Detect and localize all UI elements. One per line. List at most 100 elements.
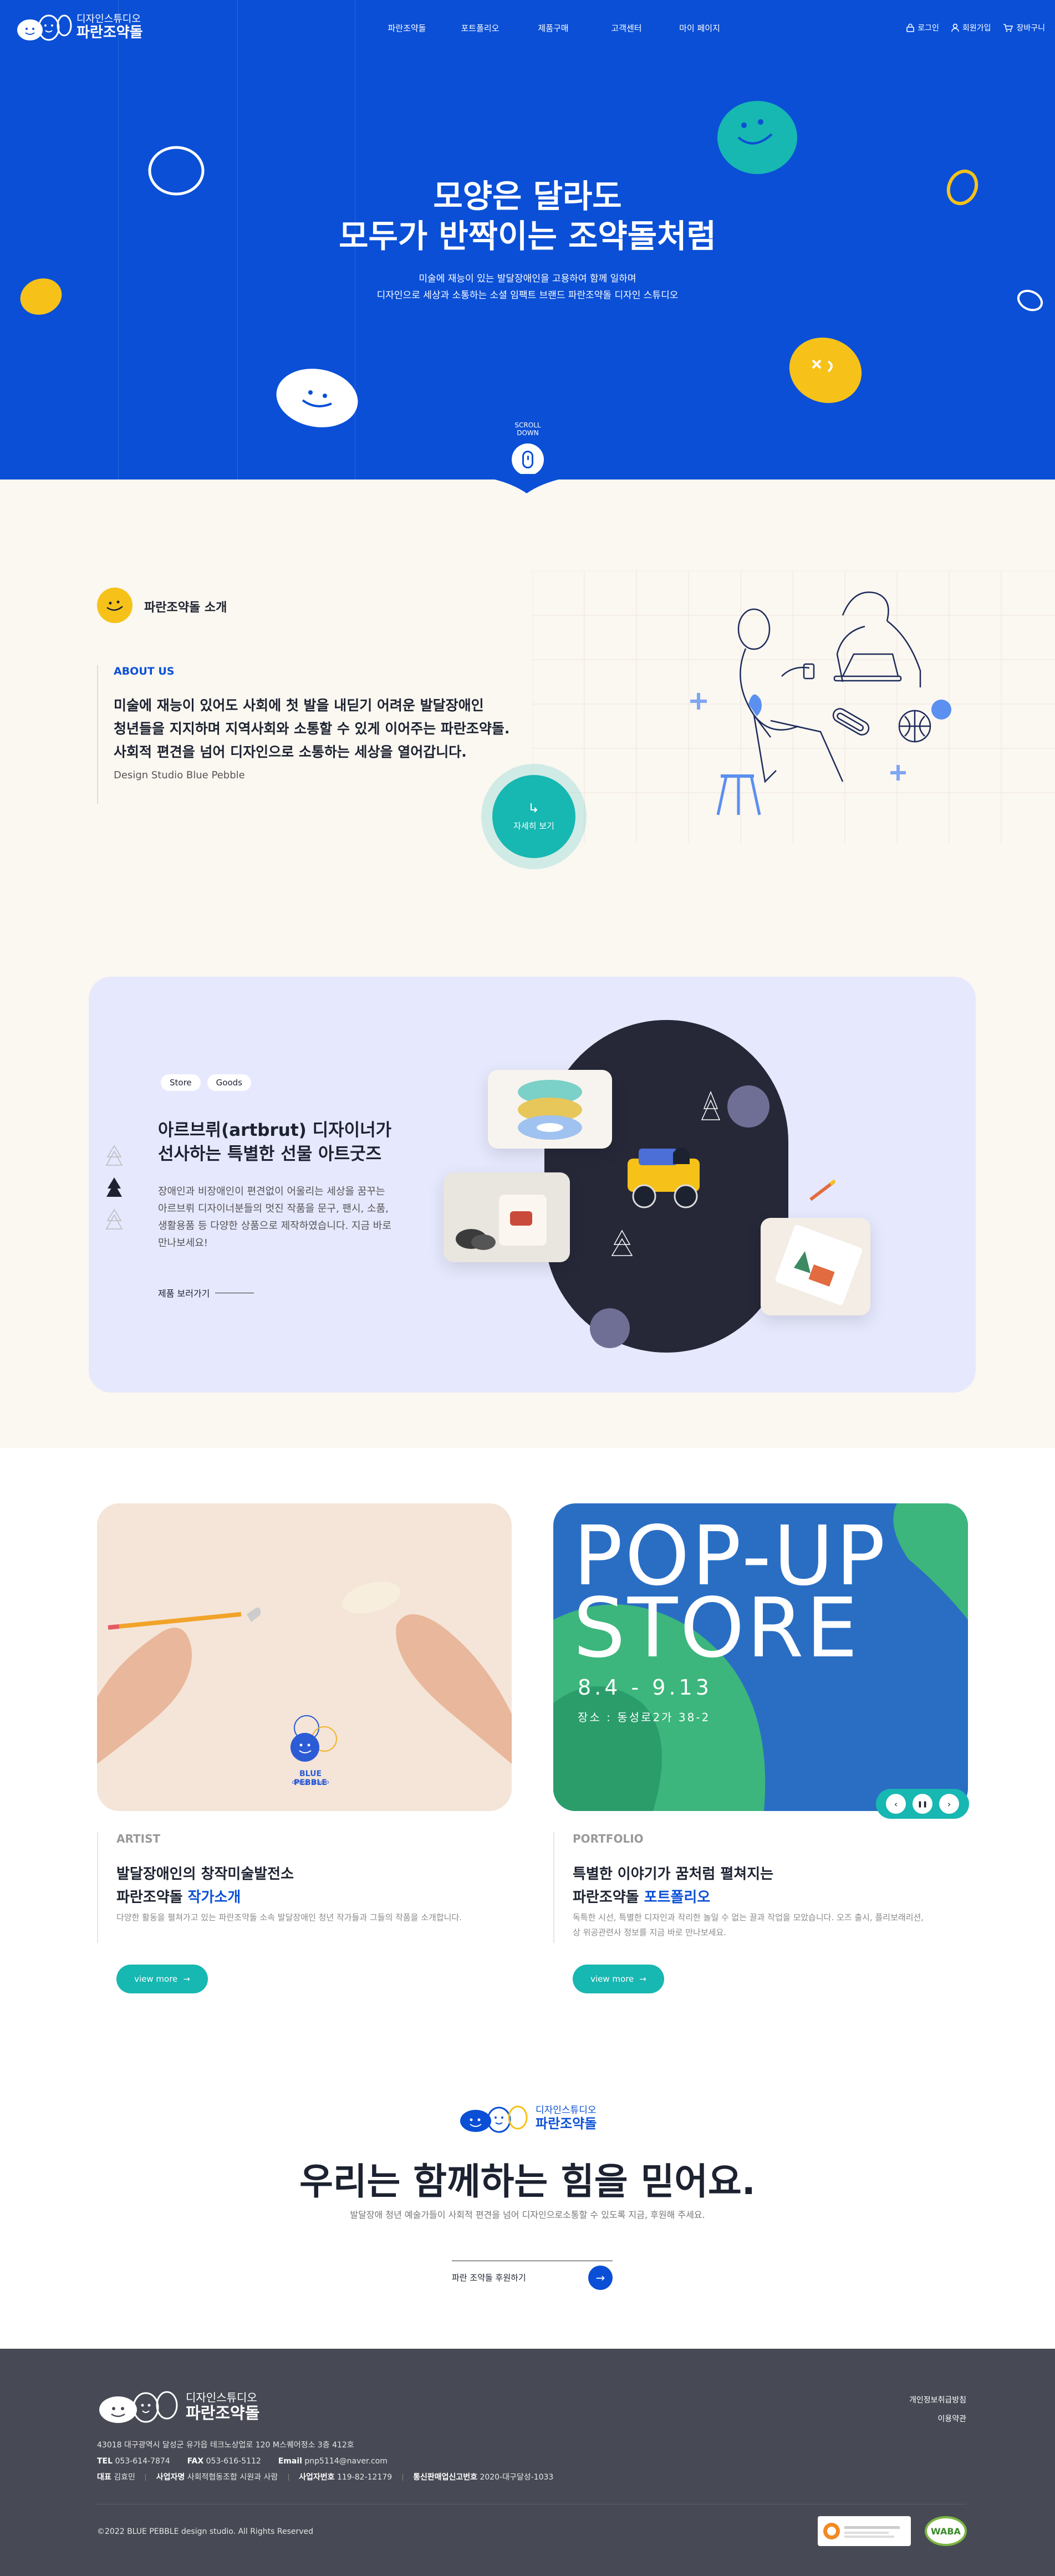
about-kicker: ABOUT US [114,665,175,677]
portfolio-title-line2: 파란조약돌 [573,1889,644,1906]
mail-order-value: 2020-대구달성-1033 [480,2473,554,2482]
waba-badge[interactable]: WABA [925,2516,967,2546]
pause-button[interactable]: ❚❚ [913,1794,932,1814]
footer-address: 43018 대구광역시 달성군 유가읍 테크노상업로 120 M스퀘어정소 3층… [97,2441,354,2450]
about-section: 파란조약돌 소개 ABOUT US 미술에 재능이 있어도 사회에 첫 발을 내… [0,499,1055,898]
goods-description: 장애인과 비장애인이 편견없이 어울리는 세상을 꿈꾸는 아르브뤼 디자이너분들… [158,1183,419,1252]
footer-logo-sub: 디자인스튜디오 [186,2390,257,2404]
goods-tape-photo[interactable] [488,1070,612,1149]
rep-label: 대표 [97,2473,111,2482]
fax-label: FAX [187,2457,204,2466]
privacy-policy-link[interactable]: 개인정보취급방침 [909,2391,966,2410]
portfolio-view-more-button[interactable]: view more → [573,1965,664,1993]
artist-card-logo-sub: design studio [292,1779,329,1786]
terms-link[interactable]: 이용약관 [909,2410,966,2429]
portfolio-kicker: PORTFOLIO [573,1832,644,1845]
goods-title-line1: 아르브뤼(artbrut) 디자이너가 [158,1120,392,1140]
pebble-logo-mark [460,2105,528,2133]
hero-section: 디자인스튜디오 파란조약돌 파란조약돌 포트폴리오 제품구매 고객센터 마이 페… [0,0,1055,480]
about-illustration [532,571,1055,843]
portfolio-divider [553,1832,554,1943]
site-footer: 디자인스튜디오 파란조약돌 개인정보취급방침 이용약관 43018 대구광역시 … [0,2349,1055,2576]
portfolio-title: 특별한 이야기가 꿈처럼 펼쳐지는 파란조약돌 포트폴리오 [573,1863,773,1909]
footer-company-info: 43018 대구광역시 달성군 유가읍 테크노상업로 120 M스퀘어정소 3층… [97,2437,553,2486]
email-label: Email [278,2457,302,2466]
goods-shop-link[interactable]: 제품 보러가기 [158,1286,254,1299]
hero-description: 미술에 재능이 있는 발달장애인을 고용하여 함께 일하며 디자인으로 세상과 … [0,271,1055,304]
scroll-down-label: SCROLL DOWN [514,421,541,437]
goods-desc-line4: 만나보세요! [158,1237,208,1249]
about-divider [97,665,98,804]
biz-value: 사회적협동조합 시원과 사람 [187,2473,278,2482]
about-more-label: 자세히 보기 [513,820,554,831]
portfolio-desc-line2: 상 위공관련사 정보를 지금 바로 만나보세요. [573,1927,727,1937]
mouse-icon [522,451,533,468]
goods-desc-line3: 생활용품 등 다양한 상품으로 제작하였습니다. 지금 바로 [158,1220,391,1232]
artist-title-highlight: 작가소개 [187,1889,241,1906]
about-line1: 미술에 재능이 있어도 사회에 첫 발을 내딛기 어려운 발달장애인 [114,697,484,713]
email-value: pnp5114@naver.com [304,2457,388,2466]
artist-portfolio-section: BLUE PEBBLE design studio ARTIST 발달장애인의 … [0,1448,1055,2052]
tree-icons-left [105,1145,123,1230]
donation-title: 우리는 함께하는 힘을 믿어요. [299,2160,756,2203]
tag-store[interactable]: Store [161,1074,201,1091]
goods-section: Store Goods 아르브뤼(artbrut) 디자이너가 선사하는 특별한… [89,977,976,1392]
about-label: 파란조약돌 소개 [144,601,227,615]
hero-wave-divider [0,474,1055,493]
bizno-label: 사업자번호 [299,2473,335,2482]
donate-label: 파란 조약돌 후원하기 [452,2273,526,2283]
portfolio-title-highlight: 포트폴리오 [644,1889,711,1906]
cert-text-graphic [844,2526,900,2538]
hero-title-line2: 모두가 반짝이는 조약돌처럼 [339,217,716,255]
about-english-name: Design Studio Blue Pebble [114,769,245,781]
prev-button[interactable]: ‹ [886,1794,906,1814]
pebble-logo-mark [99,2391,178,2423]
portfolio-description: 독특한 시선, 특별한 디자인과 작리한 놀일 수 없는 끌과 작업을 모았습니… [573,1910,961,1940]
about-body: 미술에 재능이 있어도 사회에 첫 발을 내딛기 어려운 발달장애인 청년들을 … [114,694,535,764]
footer-logo[interactable]: 디자인스튜디오 파란조약돌 [97,2389,259,2425]
artist-description: 다양한 활동을 펼쳐가고 있는 파란조약돌 소속 발달장애인 청년 작가들과 그… [116,1912,462,1922]
arrow-right-icon: → [639,1974,646,1984]
popup-store-card[interactable]: POP-UP STORE 8.4 - 9.13 장소 : 동성로2가 38-2 [553,1503,968,1811]
artist-title-line2: 파란조약돌 [116,1889,188,1906]
bizno-value: 119-82-12179 [337,2473,393,2482]
goods-tags: Store Goods [161,1074,251,1091]
donation-logo-sub: 디자인스튜디오 [536,2105,597,2116]
popup-line2: STORE [573,1580,860,1676]
hero-desc-line2: 디자인으로 세상과 소통하는 소셜 임팩트 브랜드 파란조약돌 디자인 스튜디오 [376,290,679,301]
donation-logo-main: 파란조약돌 [536,2115,597,2131]
about-more-button[interactable]: 자세히 보기 [481,764,587,869]
tag-goods[interactable]: Goods [207,1074,251,1091]
donation-subtitle: 발달장애 청년 예술가들이 사회적 편견을 넘어 디자인으로소통할 수 있도록 … [350,2210,705,2220]
slider-controls: ‹ ❚❚ › [876,1789,969,1819]
goods-shop-label: 제품 보러가기 [158,1288,210,1299]
donate-link[interactable]: 파란 조약돌 후원하기 → [452,2261,613,2294]
pencil-doodle-icon [809,1179,836,1201]
next-button[interactable]: › [939,1794,959,1814]
artist-title: 발달장애인의 창작미술발전소 파란조약돌 작가소개 [116,1863,294,1909]
goods-desc-line1: 장애인과 비장애인이 편견없이 어울리는 세상을 꿈꾸는 [158,1186,385,1197]
goods-title-line2: 선사하는 특별한 선물 아트굿즈 [158,1144,382,1164]
social-enterprise-cert-badge[interactable] [818,2516,911,2546]
artist-image-card[interactable]: BLUE PEBBLE design studio [97,1503,512,1811]
arrow-right-icon: → [183,1974,190,1984]
footer-links: 개인정보취급방침 이용약관 [909,2391,966,2429]
artist-view-more-button[interactable]: view more → [116,1965,208,1993]
biz-label: 사업자명 [156,2473,185,2482]
artist-kicker: ARTIST [116,1832,161,1845]
hero-desc-line1: 미술에 재능이 있는 발달장애인을 고용하여 함께 일하며 [419,273,636,284]
scroll-down-button[interactable]: SCROLL DOWN [504,421,551,476]
artist-title-line1: 발달장애인의 창작미술발전소 [116,1866,294,1883]
arrow-right-icon: → [588,2265,613,2290]
artist-divider [97,1832,98,1943]
about-line2: 청년들을 지지하며 지역사회와 소통할 수 있게 이어주는 파란조약돌. [114,721,510,737]
artist-view-more-label: view more [134,1974,178,1984]
portfolio-view-more-label: view more [590,1974,634,1984]
portfolio-title-line1: 특별한 이야기가 꿈처럼 펼쳐지는 [573,1866,774,1883]
goods-notebook-photo[interactable] [761,1218,870,1315]
goods-mug-photo[interactable] [444,1172,570,1262]
portfolio-desc-line1: 독특한 시선, 특별한 디자인과 작리한 놀일 수 없는 끌과 작업을 모았습니… [573,1912,924,1922]
hero-title-line1: 모양은 달라도 [433,177,622,215]
rep-value: 김효민 [114,2473,135,2482]
cert-seal-icon [823,2523,840,2539]
